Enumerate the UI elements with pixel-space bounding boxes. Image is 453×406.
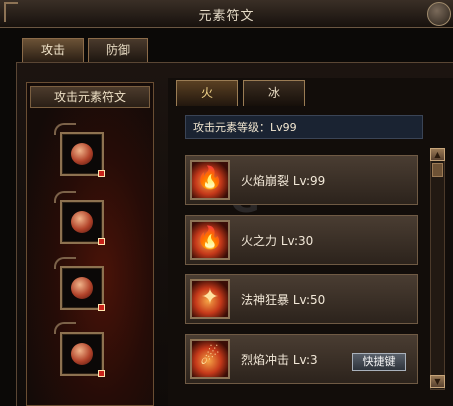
tab-defense[interactable]: 防御 bbox=[88, 38, 148, 62]
rune-slot-2[interactable] bbox=[60, 200, 105, 245]
slot-marker bbox=[98, 370, 105, 377]
rune-orb-icon bbox=[71, 277, 93, 299]
rune-orb-icon bbox=[71, 143, 93, 165]
mage-rage-icon: ✦ bbox=[190, 279, 230, 319]
left-panel-header: 攻击元素符文 bbox=[30, 86, 150, 108]
attack-level-label: 攻击元素等级：Lv99 bbox=[193, 121, 297, 134]
flame-strike-icon: ☄ bbox=[190, 339, 230, 379]
slot-marker bbox=[98, 238, 105, 245]
tab-fire[interactable]: 火 bbox=[176, 80, 238, 106]
skill-level: Lv:50 bbox=[292, 293, 326, 307]
rune-slot-4[interactable] bbox=[60, 332, 105, 377]
slot-marker bbox=[98, 170, 105, 177]
skill-level: Lv:30 bbox=[280, 234, 314, 248]
close-button[interactable] bbox=[427, 2, 451, 26]
skill-row[interactable]: ☄ 烈焰冲击 Lv:3 快捷键 bbox=[185, 334, 418, 384]
tab-attack[interactable]: 攻击 bbox=[22, 38, 84, 62]
skill-name: 火之力 bbox=[241, 234, 278, 248]
scrollbar-track[interactable] bbox=[430, 148, 445, 390]
shortcut-button[interactable]: 快捷键 bbox=[352, 353, 406, 371]
skill-name: 烈焰冲击 bbox=[241, 353, 290, 367]
skill-row[interactable]: ✦ 法神狂暴 Lv:50 bbox=[185, 274, 418, 324]
slot-marker bbox=[98, 304, 105, 311]
scroll-up-icon[interactable]: ▲ bbox=[430, 148, 445, 161]
rune-slot-3[interactable] bbox=[60, 266, 105, 311]
rune-orb-icon bbox=[71, 343, 93, 365]
scrollbar-thumb[interactable] bbox=[432, 163, 443, 177]
skill-row[interactable]: 🔥 火之力 Lv:30 bbox=[185, 215, 418, 265]
rune-slot-1[interactable] bbox=[60, 132, 105, 177]
rune-orb-icon bbox=[71, 211, 93, 233]
window-title: 元素符文 bbox=[198, 9, 255, 24]
tab-ice[interactable]: 冰 bbox=[243, 80, 305, 106]
fire-power-icon: 🔥 bbox=[190, 220, 230, 260]
skill-level: Lv:99 bbox=[292, 174, 326, 188]
skill-level: Lv:3 bbox=[292, 353, 318, 367]
scroll-down-icon[interactable]: ▼ bbox=[430, 375, 445, 388]
skill-name: 法神狂暴 bbox=[241, 293, 290, 307]
skill-row[interactable]: 🔥 火焰崩裂 Lv:99 bbox=[185, 155, 418, 205]
fire-burst-icon: 🔥 bbox=[190, 160, 230, 200]
skill-name: 火焰崩裂 bbox=[241, 174, 290, 188]
